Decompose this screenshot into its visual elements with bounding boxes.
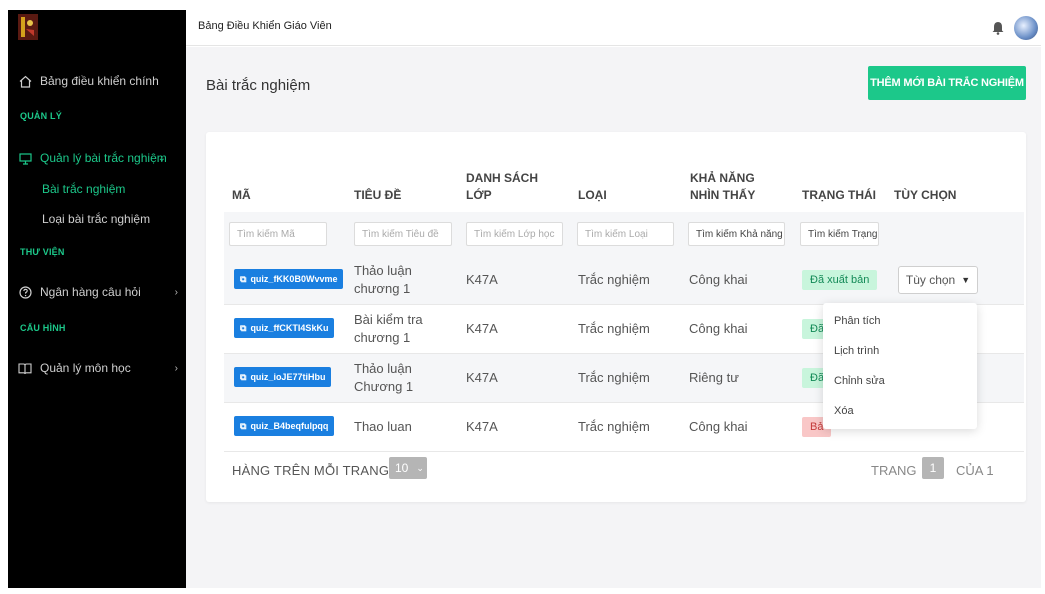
quiz-code-badge[interactable]: ⧉ quiz_B4beqfulpqq (234, 416, 335, 436)
visibility-search-input[interactable]: Tìm kiếm Khả năng (688, 222, 785, 246)
options-menu: Phân tích Lịch trình Chỉnh sửa Xóa (823, 303, 977, 429)
sidebar-subitem-quiz-type[interactable]: Loại bài trắc nghiệm (42, 212, 150, 226)
quiz-type: Trắc nghiệm (578, 321, 650, 336)
header-type: LOẠI (578, 188, 607, 202)
status-search-input[interactable]: Tìm kiếm Trạng (800, 222, 879, 246)
copy-icon: ⧉ (240, 322, 247, 333)
copy-icon: ⧉ (240, 273, 247, 284)
quiz-class: K47A (466, 419, 498, 434)
quiz-class: K47A (466, 321, 498, 336)
quiz-title: Thảo luận Chương 1 (354, 361, 414, 394)
header-status: TRẠNG THÁI (802, 188, 876, 202)
quiz-type: Trắc nghiệm (578, 272, 650, 287)
app-logo[interactable] (18, 14, 38, 40)
header-visibility: KHẢ NĂNG NHÌN THẤY (690, 171, 756, 202)
chevron-right-icon: › (174, 362, 178, 374)
header-class-list: DANH SÁCH LỚP (466, 171, 538, 202)
topbar-title: Bảng Điều Khiển Giáo Viên (198, 20, 332, 32)
page-title: Bài trắc nghiệm (206, 77, 311, 94)
book-open-icon (18, 361, 32, 375)
chevron-down-icon: ⌄ (416, 462, 424, 473)
sidebar-item-dashboard[interactable]: Bảng điều khiển chính (18, 74, 178, 88)
sidebar-section-config: CẤU HÌNH (20, 323, 66, 333)
sidebar-item-label: Ngân hàng câu hỏi (40, 285, 141, 299)
sidebar-section-library: THƯ VIỆN (20, 247, 65, 257)
rows-per-page-label: HÀNG TRÊN MỖI TRANG: (232, 463, 393, 478)
copy-icon: ⧉ (240, 420, 247, 431)
sidebar: Bảng điều khiển chính QUẢN LÝ Quản lý bà… (8, 10, 186, 588)
copy-icon: ⧉ (240, 371, 247, 382)
quiz-code-badge[interactable]: ⧉ quiz_ioJE77tiHbu (234, 367, 332, 387)
sidebar-section-manage: QUẢN LÝ (20, 111, 62, 121)
quiz-visibility: Công khai (689, 419, 748, 434)
quiz-visibility: Công khai (689, 272, 748, 287)
sidebar-item-label: Bảng điều khiển chính (40, 74, 159, 88)
header-options: TÙY CHỌN (894, 188, 957, 202)
quiz-type: Trắc nghiệm (578, 370, 650, 385)
quiz-type: Trắc nghiệm (578, 419, 650, 434)
quiz-class: K47A (466, 370, 498, 385)
bell-icon[interactable] (992, 21, 1004, 35)
quiz-visibility: Công khai (689, 321, 748, 336)
sidebar-item-question-bank[interactable]: Ngân hàng câu hỏi › (18, 285, 178, 299)
title-search-input[interactable]: Tìm kiếm Tiêu đề (354, 222, 452, 246)
sidebar-item-label: Quản lý môn học (40, 361, 131, 375)
quiz-code-badge[interactable]: ⧉ quiz_ffCKTI4SkKu (234, 318, 335, 338)
table-row: ⧉ quiz_fKK0B0Wvvme Thảo luận chương 1 K4… (224, 256, 1024, 305)
options-dropdown-button[interactable]: Tùy chọn ▼ (898, 266, 978, 294)
sidebar-subitem-quiz-list[interactable]: Bài trắc nghiệm (42, 182, 125, 196)
class-search-input[interactable]: Tìm kiếm Lớp học (466, 222, 563, 246)
quiz-code-badge[interactable]: ⧉ quiz_fKK0B0Wvvme (234, 269, 344, 289)
menu-item-analyze[interactable]: Phân tích (834, 315, 880, 327)
rows-per-page-select[interactable]: 10 ⌄ (389, 457, 427, 479)
header-code: MÃ (232, 188, 251, 202)
status-badge: Đã xuất bản (802, 270, 878, 290)
chevron-right-icon: › (174, 286, 178, 298)
page-label: TRANG (871, 463, 917, 478)
topbar: Bảng Điều Khiển Giáo Viên (186, 10, 1041, 46)
chevron-down-icon: ▼ (961, 275, 971, 285)
menu-item-delete[interactable]: Xóa (834, 405, 854, 417)
sidebar-item-subject-manage[interactable]: Quản lý môn học › (18, 361, 178, 375)
question-circle-icon (18, 285, 32, 299)
menu-item-edit[interactable]: Chỉnh sửa (834, 375, 885, 387)
quiz-title: Thao luan (354, 419, 412, 434)
header-title: TIÊU ĐỀ (354, 188, 402, 202)
quiz-title: Thảo luận chương 1 (354, 263, 412, 296)
monitor-icon (18, 151, 32, 165)
sidebar-item-quiz-manage[interactable]: Quản lý bài trắc nghiệm ⌄ (18, 151, 178, 165)
home-icon (18, 74, 32, 88)
avatar[interactable] (1014, 16, 1038, 40)
type-search-input[interactable]: Tìm kiếm Loại (577, 222, 674, 246)
page-total: CỦA 1 (956, 463, 994, 478)
quiz-title: Bài kiểm tra chương 1 (354, 312, 423, 345)
menu-item-schedule[interactable]: Lịch trình (834, 345, 879, 357)
current-page-button[interactable]: 1 (922, 457, 944, 479)
quiz-visibility: Riêng tư (689, 370, 739, 385)
code-search-input[interactable]: Tìm kiếm Mã (229, 222, 327, 246)
sidebar-item-label: Quản lý bài trắc nghiệm (40, 151, 167, 165)
add-quiz-button[interactable]: THÊM MỚI BÀI TRẮC NGHIỆM (868, 66, 1026, 100)
chevron-down-icon: ⌄ (157, 152, 166, 164)
quiz-class: K47A (466, 272, 498, 287)
